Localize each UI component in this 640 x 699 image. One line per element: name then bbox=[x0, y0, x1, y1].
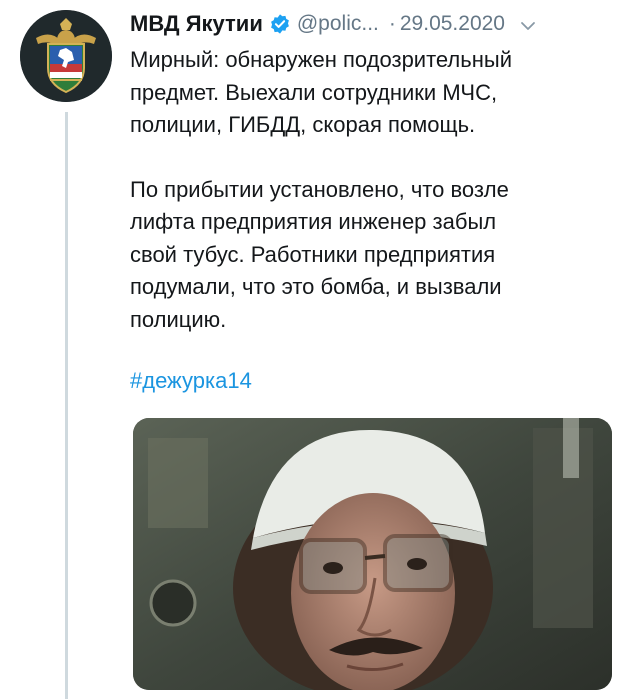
author-name[interactable]: МВД Якутии bbox=[130, 11, 263, 37]
tweet-content: МВД Якутии @polic... · 29.05.2020 Мирный… bbox=[130, 8, 620, 396]
tweet-date[interactable]: 29.05.2020 bbox=[400, 12, 505, 36]
tweet-paragraph: По прибытии установлено, что возле лифта… bbox=[130, 176, 509, 332]
date-separator: · bbox=[388, 12, 396, 35]
hashtag-link[interactable]: #дежурка14 bbox=[130, 366, 252, 396]
avatar[interactable] bbox=[20, 10, 112, 102]
tweet-text: Мирный: обнаружен подозрительный предмет… bbox=[130, 44, 620, 336]
tweet-media-image[interactable] bbox=[133, 418, 612, 690]
chevron-down-icon[interactable] bbox=[519, 15, 537, 33]
tweet: МВД Якутии @polic... · 29.05.2020 Мирный… bbox=[0, 0, 640, 699]
tweet-paragraph: Мирный: обнаружен подозрительный предмет… bbox=[130, 47, 512, 137]
police-emblem-icon bbox=[20, 10, 112, 102]
tweet-header: МВД Якутии @polic... · 29.05.2020 bbox=[130, 8, 620, 40]
photo bbox=[133, 418, 612, 690]
thread-line bbox=[65, 112, 68, 699]
author-handle[interactable]: @polic... bbox=[297, 12, 379, 36]
verified-badge-icon bbox=[269, 13, 291, 35]
